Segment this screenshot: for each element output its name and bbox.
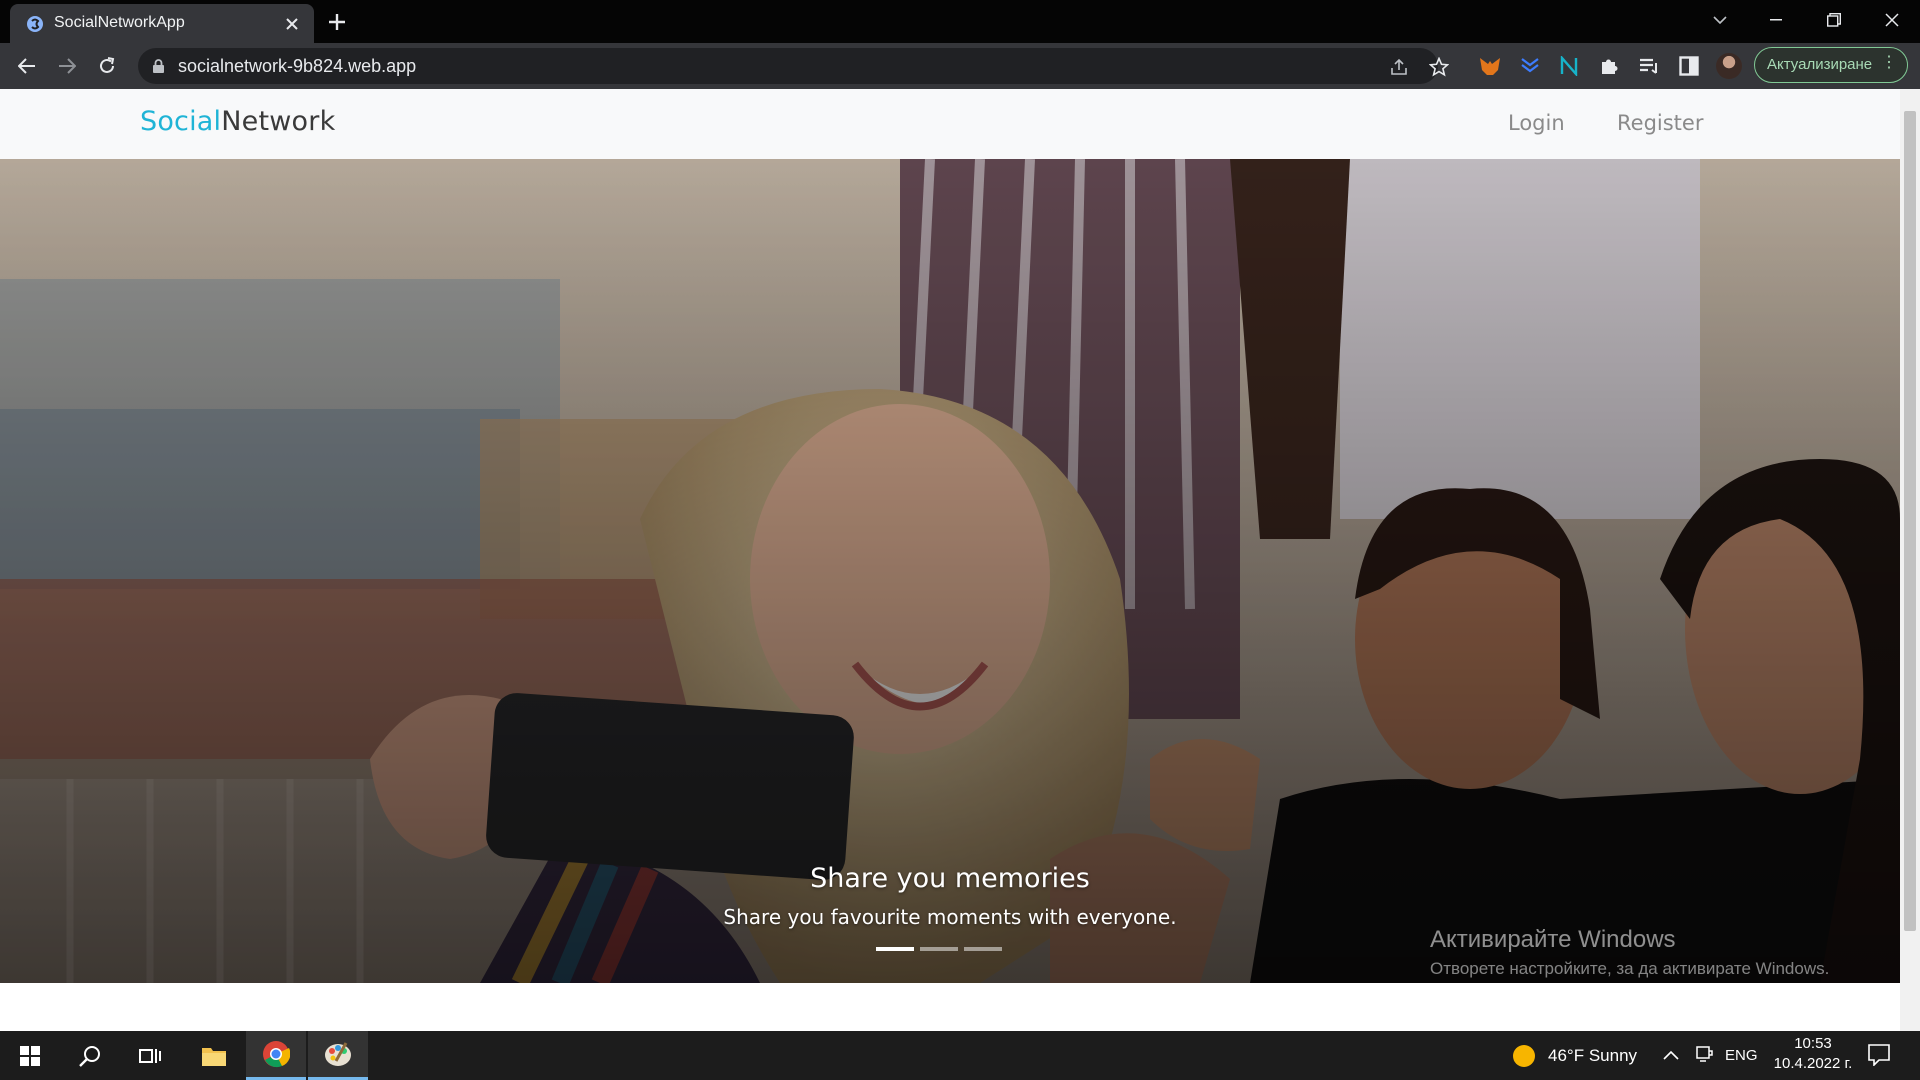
clock-time: 10:53 (1794, 1035, 1832, 1052)
carousel-indicator-2[interactable] (920, 947, 958, 951)
page-viewport: SocialNetwork Login Register Share you m… (0, 89, 1900, 1031)
update-button[interactable]: Актуализиране ⋮ (1754, 47, 1908, 83)
minimize-icon[interactable] (1748, 0, 1804, 40)
clock-date: 10.4.2022 г. (1773, 1055, 1853, 1072)
tab-favicon-icon (26, 15, 44, 33)
lock-icon[interactable] (153, 59, 164, 78)
plus-icon[interactable] (324, 9, 350, 35)
extension-icon[interactable] (1518, 54, 1542, 78)
hero-carousel[interactable]: Share you memories Share you favourite m… (0, 159, 1900, 983)
chrome-icon[interactable] (246, 1031, 306, 1080)
sun-icon[interactable] (1512, 1044, 1536, 1073)
language-indicator[interactable]: ENG (1725, 1047, 1758, 1064)
browser-toolbar: socialnetwork-9b824.web.app Актуализиран… (0, 43, 1920, 89)
window-close-icon[interactable] (1864, 0, 1920, 40)
task-view-icon[interactable] (120, 1031, 180, 1080)
windows-start-icon[interactable] (0, 1031, 60, 1080)
clock[interactable]: 10:53 10.4.2022 г. (1768, 1034, 1858, 1078)
page-scrollbar[interactable] (1900, 89, 1920, 1031)
side-panel-icon[interactable] (1677, 54, 1701, 78)
activation-watermark-title: Активирайте Windows (1430, 926, 1676, 953)
brand-logo[interactable]: SocialNetwork (140, 106, 335, 137)
register-link[interactable]: Register (1617, 111, 1703, 135)
restore-icon[interactable] (1806, 0, 1862, 40)
activation-watermark-text: Отворете настройките, за да активирате W… (1430, 959, 1830, 978)
browser-tab-strip: SocialNetworkApp (0, 0, 1920, 43)
file-explorer-icon[interactable] (184, 1031, 244, 1080)
puzzle-icon[interactable] (1597, 54, 1621, 78)
carousel-indicator-3[interactable] (964, 947, 1002, 951)
carousel-caption-title: Share you memories (810, 863, 1090, 894)
back-icon[interactable] (12, 51, 42, 81)
site-navbar: SocialNetwork Login Register (0, 89, 1900, 159)
browser-tab[interactable]: SocialNetworkApp (10, 4, 314, 43)
scrollbar-thumb[interactable] (1904, 111, 1916, 931)
carousel-indicator-1[interactable] (876, 947, 914, 951)
paint-icon[interactable] (308, 1031, 368, 1080)
chevron-down-icon[interactable] (1692, 0, 1748, 40)
star-icon[interactable] (1428, 56, 1450, 78)
address-bar[interactable]: socialnetwork-9b824.web.app (138, 48, 1449, 84)
weather-text[interactable]: 46°F Sunny (1548, 1046, 1637, 1066)
update-label: Актуализиране (1767, 56, 1873, 73)
windows-taskbar: 46°F Sunny ENG 10:53 10.4.2022 г. (0, 1031, 1920, 1080)
brand-network: Network (221, 106, 336, 137)
url-text: socialnetwork-9b824.web.app (178, 56, 417, 76)
tab-title: SocialNetworkApp (54, 14, 185, 31)
hero-photo (0, 159, 1900, 983)
more-icon[interactable]: ⋮ (1881, 55, 1897, 71)
reading-list-icon[interactable] (1637, 54, 1661, 78)
brand-social: Social (140, 106, 222, 137)
display-icon[interactable] (1695, 1045, 1713, 1068)
forward-icon[interactable] (52, 51, 82, 81)
share-icon[interactable] (1388, 56, 1410, 78)
notification-icon[interactable] (1868, 1044, 1890, 1071)
metamask-icon[interactable] (1478, 54, 1502, 78)
tray-chevron-up-icon[interactable] (1663, 1047, 1679, 1065)
login-link[interactable]: Login (1508, 111, 1565, 135)
close-icon[interactable] (280, 12, 304, 36)
reload-icon[interactable] (92, 51, 122, 81)
extension-icon[interactable] (1557, 54, 1581, 78)
search-icon[interactable] (60, 1031, 120, 1080)
profile-avatar[interactable] (1716, 53, 1742, 79)
